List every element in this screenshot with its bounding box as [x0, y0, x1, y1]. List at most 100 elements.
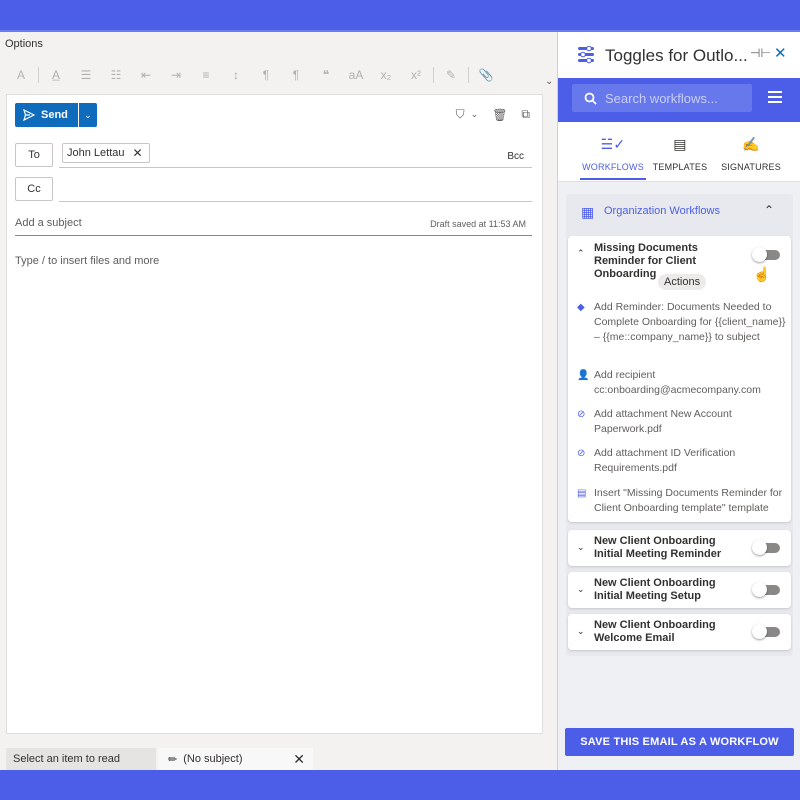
draft-tab[interactable]: ✏ (No subject) ✕ [158, 748, 313, 770]
tab-templates-label: TEMPLATES [652, 162, 708, 172]
editor-icon[interactable]: ✎ [436, 64, 466, 86]
chevron-down-icon[interactable]: ⌄ [577, 542, 585, 553]
window-top-band [0, 0, 800, 32]
draft-status: Draft saved at 11:53 AM [430, 219, 526, 229]
organization-workflows-section: ▦ Organization Workflows ⌃ ⌃ Missing Doc… [566, 194, 793, 656]
workflow-name: New Client Onboarding Welcome Email [594, 619, 716, 644]
workflow-toggle[interactable] [752, 247, 780, 262]
workflow-name: New Client Onboarding Initial Meeting Re… [594, 535, 722, 560]
popout-icon[interactable]: ⧉ [521, 107, 530, 122]
toggles-addin-pane: Toggles for Outlo... ⊣⊢ ✕ Search workflo… [557, 32, 800, 770]
ltr-icon[interactable]: ¶ [251, 64, 281, 86]
template-icon: ▤ [673, 136, 687, 152]
hand-cursor-icon: ☝ [753, 266, 771, 282]
ribbon-expand-chevron-icon[interactable]: ⌄ [545, 76, 553, 87]
workflow-card[interactable]: ⌄ New Client Onboarding Initial Meeting … [568, 572, 791, 608]
cc-button[interactable]: Cc [15, 177, 53, 201]
cc-field[interactable] [59, 201, 532, 202]
rtl-icon[interactable]: ¶ [281, 64, 311, 86]
tag-icon: ◆ [577, 302, 585, 313]
subject-underline [15, 235, 532, 236]
tab-workflows-label: WORKFLOWS [582, 162, 644, 172]
workflow-toggle[interactable] [752, 582, 780, 597]
workflow-card-expanded: ⌃ Missing Documents Reminder for Client … [568, 236, 791, 522]
indent-icon[interactable]: ⇥ [161, 64, 191, 86]
document-icon: ▤ [577, 488, 587, 499]
addin-tabs: ☱✓ WORKFLOWS ▤ TEMPLATES ✍ SIGNATURES [558, 122, 800, 182]
compose-toolbar: ⛉ ⌄ 🗑 ⧉ [456, 107, 530, 122]
workflow-toggle[interactable] [752, 624, 780, 639]
recipient-name: John Lettau [67, 147, 125, 159]
message-body[interactable]: Type / to insert files and more [15, 255, 159, 267]
workflow-name: New Client Onboarding Initial Meeting Se… [594, 577, 716, 602]
workflow-card[interactable]: ⌄ New Client Onboarding Welcome Email [568, 614, 791, 650]
section-header[interactable]: ▦ Organization Workflows ⌃ [566, 194, 793, 230]
signature-icon: ✍ [742, 136, 760, 152]
outdent-icon[interactable]: ⇤ [131, 64, 161, 86]
chevron-down-icon[interactable]: ⌄ [577, 584, 585, 595]
to-button[interactable]: To [15, 143, 53, 167]
paperclip-icon: ⊘ [577, 448, 586, 459]
font-size-icon[interactable]: aA [341, 64, 371, 86]
search-input[interactable]: Search workflows... [572, 84, 752, 112]
align-icon[interactable]: ≡ [191, 64, 221, 86]
bcc-button[interactable]: Bcc [507, 151, 524, 162]
discard-icon[interactable]: 🗑 [492, 108, 507, 122]
addin-title: Toggles for Outlo... [605, 46, 748, 65]
workflow-toggle[interactable] [752, 540, 780, 555]
paperclip-icon: ⊘ [577, 409, 586, 420]
search-icon [584, 92, 597, 105]
font-color-icon[interactable]: A [6, 64, 36, 86]
action-item: Add attachment New Account Paperwork.pdf [594, 408, 732, 435]
collapse-chevron-icon[interactable]: ⌃ [764, 203, 774, 217]
subject-input[interactable]: Add a subject [15, 217, 82, 229]
recipient-chip[interactable]: John Lettau ✕ [62, 143, 150, 163]
sensitivity-chevron-icon[interactable]: ⌄ [471, 109, 479, 120]
checklist-icon: ☱✓ [600, 136, 626, 152]
workflow-card[interactable]: ⌄ New Client Onboarding Initial Meeting … [568, 530, 791, 566]
send-button[interactable]: Send [15, 103, 78, 127]
compose-form: Send ⌄ ⛉ ⌄ 🗑 ⧉ To John Lettau ✕ Bcc Cc A… [6, 94, 543, 734]
reading-pane-status: Select an item to read [6, 748, 156, 770]
tab-signatures-label: SIGNATURES [721, 162, 781, 172]
tab-workflows[interactable]: ☱✓ WORKFLOWS [580, 122, 646, 180]
menu-icon[interactable] [768, 91, 782, 106]
draft-tab-label: (No subject) [183, 753, 243, 765]
send-label: Send [41, 109, 68, 121]
subscript-icon[interactable]: x₂ [371, 64, 401, 86]
actions-label: Actions [658, 274, 707, 290]
send-icon [23, 109, 35, 121]
action-item: Add recipient cc:onboarding@acmecompany.… [594, 369, 761, 396]
section-title: Organization Workflows [604, 205, 720, 217]
action-item: Insert "Missing Documents Reminder for C… [594, 487, 783, 514]
addin-header: Toggles for Outlo... ⊣⊢ ✕ [558, 32, 800, 78]
tab-signatures[interactable]: ✍ SIGNATURES [720, 122, 782, 180]
action-item: Add Reminder: Documents Needed to Comple… [594, 301, 786, 343]
outlook-compose-area: Options A A̲ ☰ ☷ ⇤ ⇥ ≡ ↕ ¶ ¶ ❝ aA x₂ x² … [0, 32, 557, 770]
building-icon: ▦ [581, 204, 595, 220]
sensitivity-icon[interactable]: ⛉ [456, 107, 465, 122]
formatting-ribbon: A A̲ ☰ ☷ ⇤ ⇥ ≡ ↕ ¶ ¶ ❝ aA x₂ x² ✎ 📎 [0, 60, 545, 90]
chevron-up-icon[interactable]: ⌃ [577, 248, 585, 259]
pin-icon[interactable]: ⊣⊢ [750, 46, 771, 60]
line-spacing-icon[interactable]: ↕ [221, 64, 251, 86]
quote-icon[interactable]: ❝ [311, 64, 341, 86]
close-icon[interactable]: ✕ [774, 44, 787, 62]
send-button-group: Send ⌄ [15, 103, 97, 127]
superscript-icon[interactable]: x² [401, 64, 431, 86]
bullets-icon[interactable]: ☰ [71, 64, 101, 86]
chevron-down-icon[interactable]: ⌄ [577, 626, 585, 637]
tab-templates[interactable]: ▤ TEMPLATES [650, 122, 710, 180]
remove-recipient-icon[interactable]: ✕ [133, 146, 143, 160]
to-field[interactable] [59, 167, 532, 168]
search-placeholder: Search workflows... [605, 90, 718, 106]
close-draft-icon[interactable]: ✕ [293, 751, 305, 768]
styles-icon[interactable]: A̲ [41, 64, 71, 86]
toggles-logo-icon [578, 46, 594, 64]
send-options-chevron-icon[interactable]: ⌄ [78, 103, 97, 127]
options-tab[interactable]: Options [5, 38, 43, 50]
attach-icon[interactable]: 📎 [471, 64, 501, 86]
numbering-icon[interactable]: ☷ [101, 64, 131, 86]
save-as-workflow-button[interactable]: SAVE THIS EMAIL AS A WORKFLOW [565, 728, 794, 756]
search-bar: Search workflows... [558, 78, 800, 122]
